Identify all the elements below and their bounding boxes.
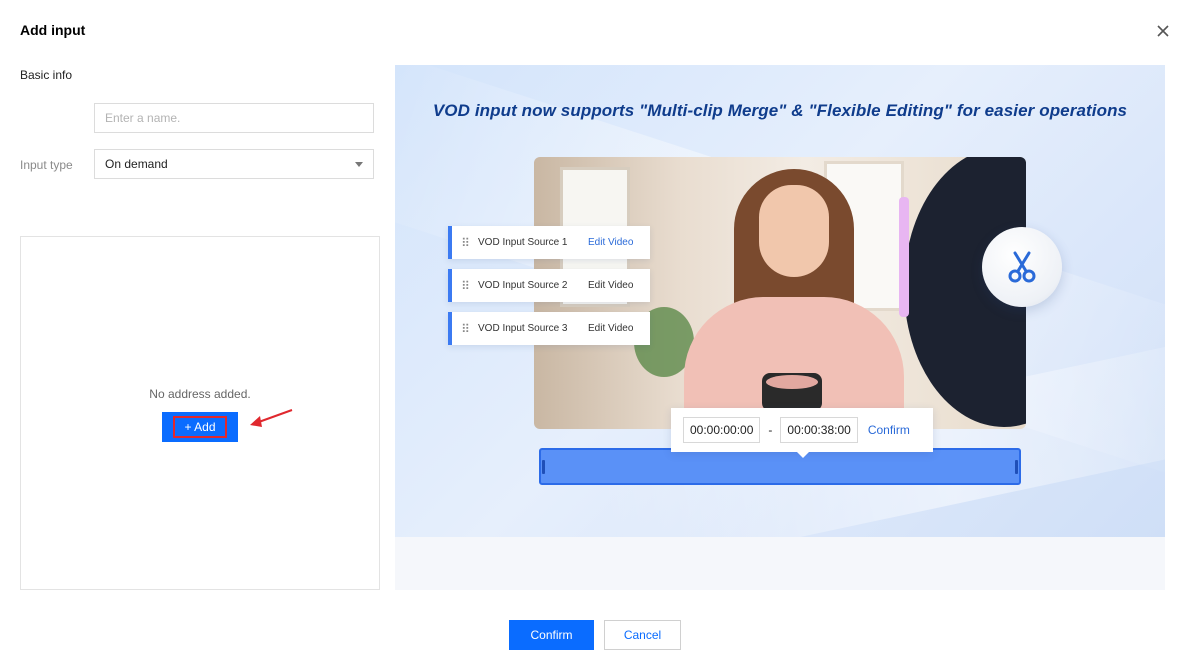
empty-address-text: No address added.	[149, 387, 251, 401]
clip-timeline	[539, 448, 1021, 485]
edit-video-link: Edit Video	[588, 280, 634, 291]
edit-video-link: Edit Video	[588, 237, 634, 248]
add-button-label: + Add	[173, 416, 227, 438]
scissors-icon	[982, 227, 1062, 307]
promo-headline: VOD input now supports "Multi-clip Merge…	[432, 101, 1128, 120]
clip-end-time: 00:00:38:00	[780, 417, 858, 443]
input-type-select[interactable]: On demand	[94, 149, 374, 179]
promo-banner: VOD input now supports "Multi-clip Merge…	[395, 65, 1165, 537]
drag-handle-icon: ⠿	[461, 278, 470, 293]
source-label: VOD Input Source 1	[478, 237, 568, 248]
clip-start-time: 00:00:00:00	[683, 417, 761, 443]
source-item-2: ⠿ VOD Input Source 2 Edit Video	[448, 269, 650, 302]
input-type-value: On demand	[105, 157, 168, 171]
section-label-basic-info: Basic info	[20, 68, 73, 82]
source-item-3: ⠿ VOD Input Source 3 Edit Video	[448, 312, 650, 345]
clip-time-popover: 00:00:00:00 - 00:00:38:00 Confirm	[671, 408, 933, 458]
drag-handle-icon: ⠿	[461, 235, 470, 250]
name-input[interactable]	[94, 103, 374, 133]
clip-confirm-link: Confirm	[867, 423, 910, 437]
source-label: VOD Input Source 2	[478, 280, 568, 291]
promo-footer-area	[395, 537, 1165, 590]
cancel-button[interactable]: Cancel	[604, 620, 681, 650]
chevron-down-icon	[355, 162, 363, 167]
source-item-1: ⠿ VOD Input Source 1 Edit Video	[448, 226, 650, 259]
confirm-button[interactable]: Confirm	[509, 620, 594, 650]
edit-video-link: Edit Video	[588, 323, 634, 334]
annotation-arrow-icon	[250, 409, 293, 427]
input-type-label: Input type	[20, 158, 73, 172]
close-icon[interactable]	[1154, 22, 1172, 40]
source-label: VOD Input Source 3	[478, 323, 568, 334]
drag-handle-icon: ⠿	[461, 321, 470, 336]
clip-separator: -	[768, 423, 773, 437]
add-address-button[interactable]: + Add	[162, 412, 238, 442]
dialog-title: Add input	[20, 22, 86, 38]
